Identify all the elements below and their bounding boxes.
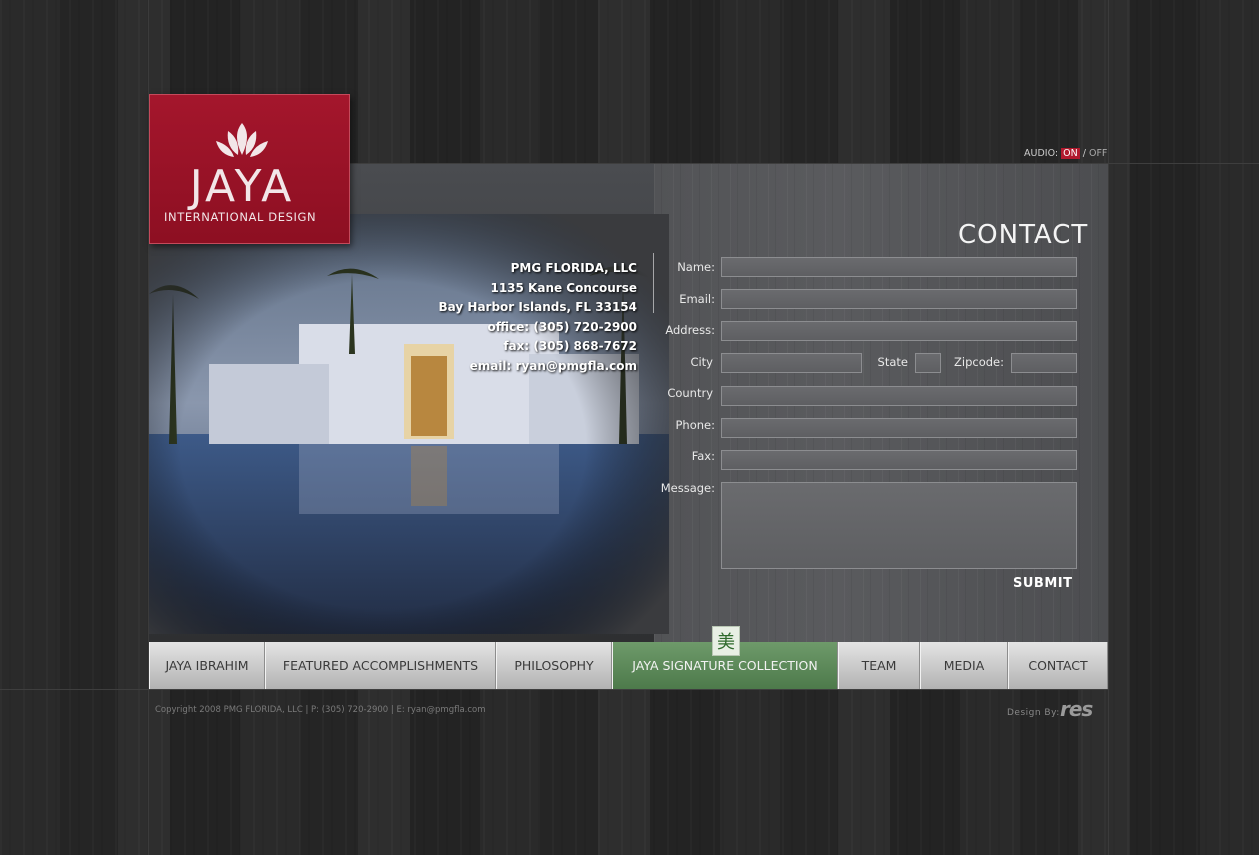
address-email[interactable]: email: ryan@pmgfla.com [390, 357, 637, 377]
audio-separator: / [1082, 148, 1086, 159]
design-credit-label: Design By: [1007, 708, 1060, 718]
nav-rule [0, 689, 1108, 690]
name-label: Name: [677, 260, 715, 274]
state-field[interactable] [915, 353, 941, 373]
address-company: PMG FLORIDA, LLC [510, 261, 637, 275]
page-title: CONTACT [958, 220, 1089, 250]
nav-item-media[interactable]: MEDIA [920, 642, 1008, 689]
collection-badge-icon: 美 [712, 626, 740, 656]
brand-tagline: INTERNATIONAL DESIGN [164, 210, 317, 224]
brand-logo[interactable]: JAYA INTERNATIONAL DESIGN [149, 94, 350, 244]
address-office-phone: office: (305) 720-2900 [487, 319, 637, 334]
copyright-text: Copyright 2008 PMG FLORIDA, LLC | P: (30… [155, 705, 486, 715]
message-label: Message: [660, 481, 715, 495]
zipcode-label: Zipcode: [954, 355, 1004, 369]
lotus-icon [216, 123, 268, 157]
audio-toggle: AUDIO: ON / OFF [1024, 148, 1107, 159]
address-city: Bay Harbor Islands, FL 33154 [438, 300, 637, 314]
company-address: PMG FLORIDA, LLC 1135 Kane Concourse Bay… [390, 259, 637, 376]
email-label: Email: [679, 292, 715, 306]
address-fax: fax: (305) 868-7672 [503, 339, 637, 353]
state-label: State [877, 355, 908, 369]
address-field[interactable] [721, 321, 1077, 341]
audio-label: AUDIO: [1024, 148, 1059, 159]
city-field[interactable] [721, 353, 862, 373]
audio-on-button[interactable]: ON [1061, 148, 1080, 159]
email-field[interactable] [721, 289, 1077, 309]
submit-button[interactable]: SUBMIT [1013, 576, 1072, 591]
address-label: Address: [665, 323, 715, 337]
nav-item-jaya-ibrahim[interactable]: JAYA IBRAHIM [149, 642, 265, 689]
fax-field[interactable] [721, 450, 1077, 470]
design-credit-logo[interactable]: res [1060, 697, 1093, 721]
fax-label: Fax: [691, 449, 715, 463]
country-field[interactable] [721, 386, 1077, 406]
main-nav: JAYA IBRAHIM FEATURED ACCOMPLISHMENTS PH… [149, 642, 1108, 689]
city-label: City [690, 355, 713, 369]
nav-item-philosophy[interactable]: PHILOSOPHY [496, 642, 612, 689]
nav-item-team[interactable]: TEAM [838, 642, 920, 689]
country-label: Country [667, 386, 713, 400]
zipcode-field[interactable] [1011, 353, 1077, 373]
nav-item-featured-accomplishments[interactable]: FEATURED ACCOMPLISHMENTS [265, 642, 496, 689]
frame-right-line [1108, 0, 1109, 855]
nav-item-contact[interactable]: CONTACT [1008, 642, 1108, 689]
address-divider [653, 253, 654, 313]
audio-off-button[interactable]: OFF [1089, 148, 1107, 159]
brand-name: JAYA [189, 161, 295, 212]
phone-field[interactable] [721, 418, 1077, 438]
name-field[interactable] [721, 257, 1077, 277]
message-field[interactable] [721, 482, 1077, 569]
phone-label: Phone: [675, 418, 716, 432]
address-street: 1135 Kane Concourse [490, 280, 637, 295]
